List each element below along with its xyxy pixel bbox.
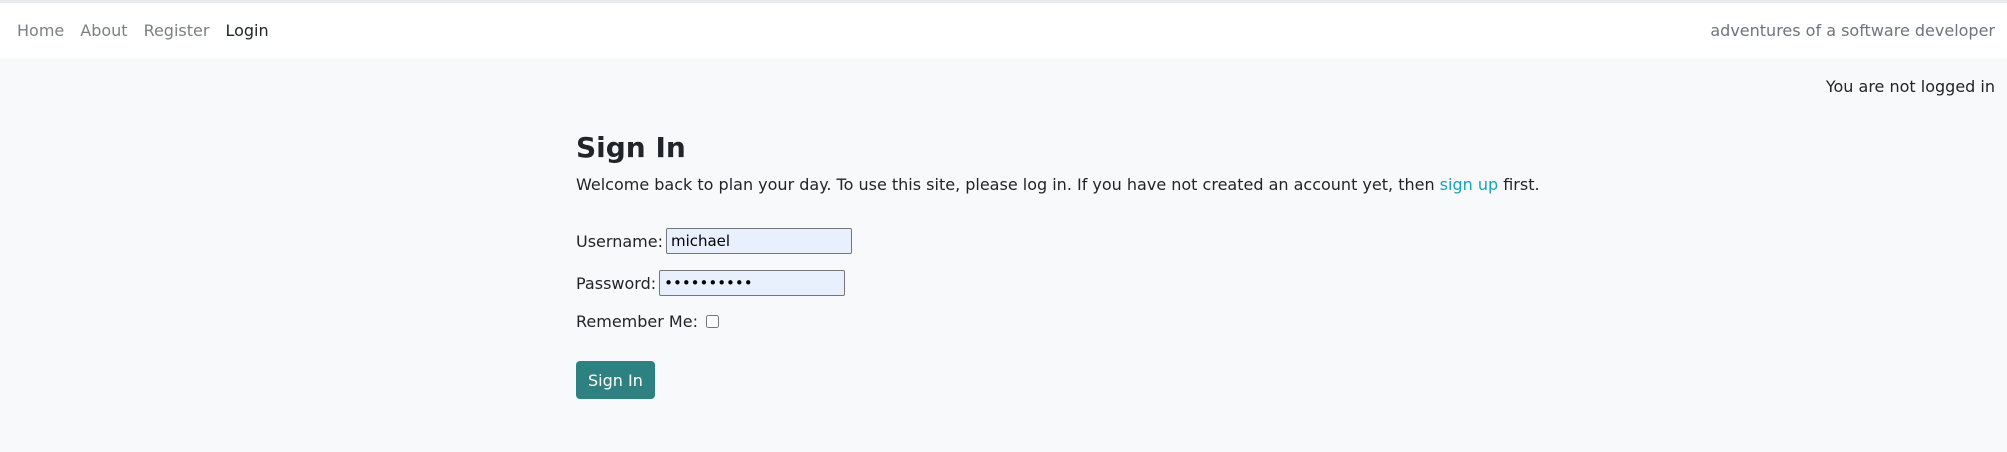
nav-register-link[interactable]: Register bbox=[144, 21, 210, 40]
signin-content: Sign In Welcome back to plan your day. T… bbox=[576, 128, 1576, 399]
nav-about-link[interactable]: About bbox=[80, 21, 127, 40]
sign-in-button[interactable]: Sign In bbox=[576, 361, 655, 399]
remember-label: Remember Me: bbox=[576, 312, 698, 331]
intro-text-after: first. bbox=[1498, 175, 1540, 194]
intro-text: Welcome back to plan your day. To use th… bbox=[576, 174, 1576, 196]
password-row: Password: bbox=[576, 270, 1576, 296]
username-input[interactable] bbox=[665, 228, 852, 254]
password-label: Password: bbox=[576, 273, 657, 293]
nav-login-link[interactable]: Login bbox=[225, 21, 268, 40]
page-title: Sign In bbox=[576, 131, 686, 164]
nav-home-link[interactable]: Home bbox=[17, 21, 64, 40]
username-row: Username: bbox=[576, 228, 1576, 254]
navbar: Home About Register Login adventures of … bbox=[0, 3, 2007, 58]
login-status-text: You are not logged in bbox=[1825, 76, 1995, 96]
remember-checkbox[interactable] bbox=[705, 315, 719, 328]
signup-link[interactable]: sign up bbox=[1440, 175, 1498, 194]
username-label: Username: bbox=[576, 231, 663, 251]
intro-text-before: Welcome back to plan your day. To use th… bbox=[576, 175, 1440, 194]
signin-form: Username: Password: Remember Me: Sign In bbox=[576, 228, 1576, 399]
remember-row: Remember Me: bbox=[576, 312, 1576, 331]
password-input[interactable] bbox=[659, 270, 846, 296]
nav-links: Home About Register Login bbox=[17, 21, 285, 40]
login-status-row: You are not logged in bbox=[0, 58, 2007, 114]
brand-tagline: adventures of a software developer bbox=[1710, 21, 1995, 40]
